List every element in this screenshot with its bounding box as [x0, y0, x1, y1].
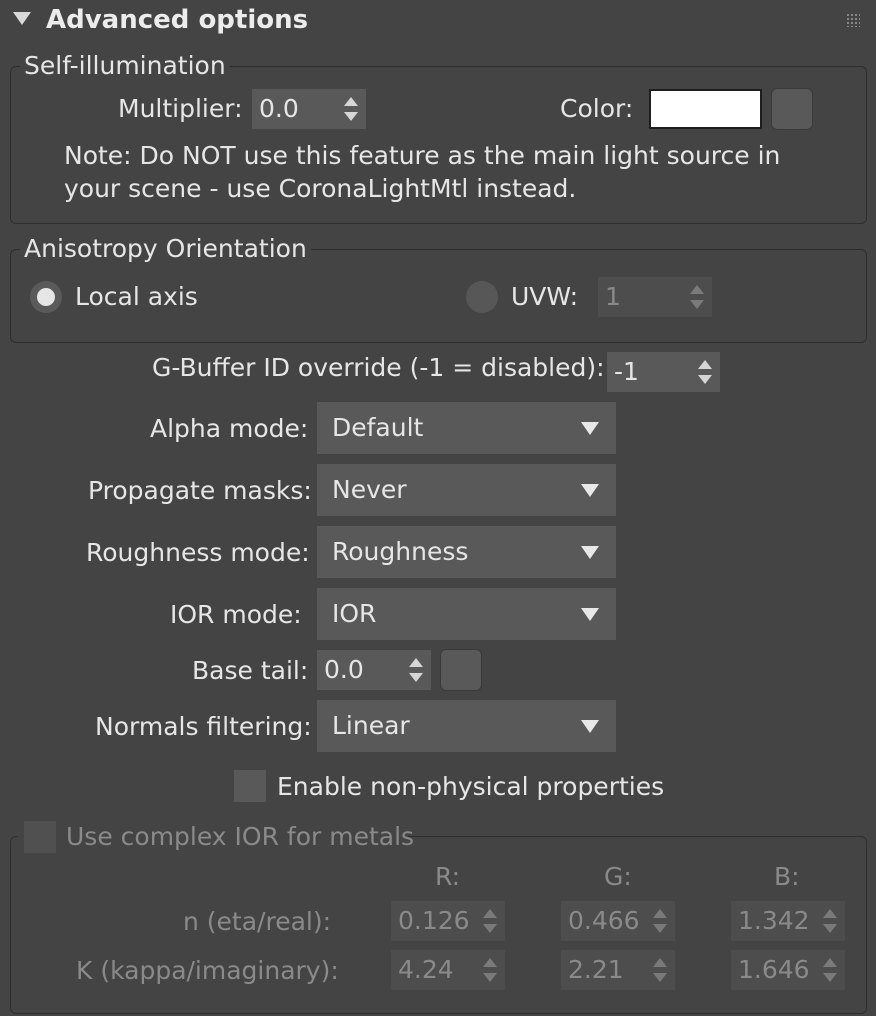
spinner-arrows-icon[interactable]: [483, 908, 497, 934]
spinner-arrows-icon[interactable]: [690, 284, 704, 310]
normals-filtering-label: Normals filtering:: [95, 712, 312, 741]
roughness-mode-value: Roughness: [332, 537, 469, 566]
column-r-header: R:: [435, 862, 461, 891]
self-illumination-legend: Self-illumination: [20, 51, 230, 81]
dropdown-caret-icon: [581, 720, 599, 733]
n-r-spinner[interactable]: 0.126: [391, 901, 505, 941]
self-illumination-note-line1: Note: Do NOT use this feature as the mai…: [64, 141, 781, 170]
propagate-masks-value: Never: [332, 475, 407, 504]
local-axis-radio[interactable]: [30, 281, 62, 313]
gbuffer-value: -1: [614, 357, 639, 386]
gbuffer-label: G-Buffer ID override (-1 = disabled):: [152, 353, 605, 382]
rollout-title: Advanced options: [46, 5, 309, 35]
dropdown-caret-icon: [581, 484, 599, 497]
spinner-arrows-icon[interactable]: [698, 359, 712, 385]
non-physical-checkbox[interactable]: [234, 770, 266, 802]
ior-mode-dropdown[interactable]: IOR: [317, 588, 616, 640]
color-swatch[interactable]: [649, 89, 762, 129]
base-tail-spinner[interactable]: 0.0: [317, 650, 431, 690]
spinner-arrows-icon[interactable]: [823, 908, 837, 934]
k-kappa-label: K (kappa/imaginary):: [76, 956, 339, 985]
multiplier-label: Multiplier:: [118, 94, 243, 123]
n-g-spinner[interactable]: 0.466: [561, 901, 675, 941]
n-r-value: 0.126: [398, 906, 470, 935]
ior-mode-label: IOR mode:: [170, 600, 302, 629]
k-b-spinner[interactable]: 1.646: [731, 950, 845, 990]
anisotropy-legend: Anisotropy Orientation: [20, 234, 311, 264]
roughness-mode-label: Roughness mode:: [86, 538, 310, 567]
local-axis-label: Local axis: [75, 282, 198, 311]
ior-mode-value: IOR: [332, 599, 377, 628]
spinner-arrows-icon[interactable]: [409, 657, 423, 683]
base-tail-label: Base tail:: [192, 656, 309, 685]
gbuffer-spinner[interactable]: -1: [607, 352, 720, 392]
radio-selected-dot-icon: [37, 288, 55, 306]
color-map-button[interactable]: [771, 88, 813, 130]
n-b-value: 1.342: [738, 906, 810, 935]
k-g-value: 2.21: [568, 955, 624, 984]
complex-ior-checkbox[interactable]: [24, 821, 56, 853]
rollout-header[interactable]: Advanced options: [0, 0, 876, 40]
n-g-value: 0.466: [568, 906, 640, 935]
normals-filtering-value: Linear: [332, 711, 410, 740]
spinner-arrows-icon[interactable]: [653, 908, 667, 934]
alpha-mode-label: Alpha mode:: [150, 414, 309, 443]
self-illumination-note-line2: your scene - use CoronaLightMtl instead.: [64, 174, 577, 203]
k-r-value: 4.24: [398, 955, 454, 984]
spinner-arrows-icon[interactable]: [344, 96, 358, 122]
column-g-header: G:: [604, 862, 632, 891]
k-r-spinner[interactable]: 4.24: [391, 950, 505, 990]
uvw-value: 1: [605, 282, 621, 311]
n-b-spinner[interactable]: 1.342: [731, 901, 845, 941]
multiplier-value: 0.0: [259, 94, 299, 123]
base-tail-value: 0.0: [324, 655, 364, 684]
uvw-spinner[interactable]: 1: [598, 277, 712, 317]
k-b-value: 1.646: [738, 955, 810, 984]
n-eta-label: n (eta/real):: [183, 907, 332, 936]
normals-filtering-dropdown[interactable]: Linear: [317, 700, 616, 752]
multiplier-spinner[interactable]: 0.0: [252, 89, 366, 129]
spinner-arrows-icon[interactable]: [483, 957, 497, 983]
alpha-mode-dropdown[interactable]: Default: [317, 402, 616, 454]
alpha-mode-value: Default: [332, 413, 424, 442]
propagate-masks-dropdown[interactable]: Never: [317, 464, 616, 516]
uvw-label: UVW:: [511, 282, 579, 311]
k-g-spinner[interactable]: 2.21: [561, 950, 675, 990]
non-physical-label: Enable non-physical properties: [277, 772, 665, 801]
dropdown-caret-icon: [581, 608, 599, 621]
spinner-arrows-icon[interactable]: [653, 957, 667, 983]
collapse-triangle-icon[interactable]: [13, 12, 31, 25]
column-b-header: B:: [774, 862, 800, 891]
color-label: Color:: [560, 94, 634, 123]
roughness-mode-dropdown[interactable]: Roughness: [317, 526, 616, 578]
dropdown-caret-icon: [581, 422, 599, 435]
dropdown-caret-icon: [581, 546, 599, 559]
base-tail-map-button[interactable]: [440, 649, 482, 691]
drag-grip-icon[interactable]: [846, 13, 860, 27]
uvw-radio[interactable]: [466, 281, 498, 313]
propagate-masks-label: Propagate masks:: [88, 476, 312, 505]
spinner-arrows-icon[interactable]: [823, 957, 837, 983]
complex-ior-legend: Use complex IOR for metals: [66, 822, 415, 851]
